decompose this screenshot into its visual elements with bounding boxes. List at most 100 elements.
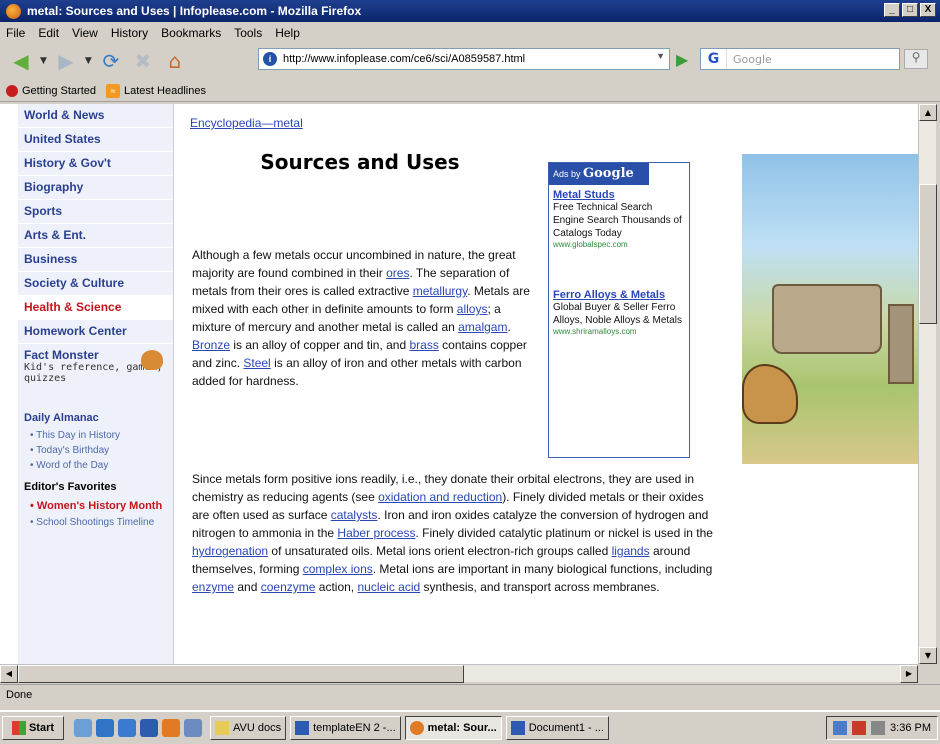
term-link[interactable]: enzyme	[192, 580, 234, 594]
url-dropdown-icon[interactable]: ▼	[656, 51, 665, 61]
hscroll-thumb[interactable]	[18, 665, 464, 683]
term-link[interactable]: hydrogenation	[192, 544, 268, 558]
menu-bookmarks[interactable]: Bookmarks	[161, 26, 221, 40]
almanac-link[interactable]: • Today's Birthday	[18, 443, 173, 458]
tower-shape	[888, 304, 914, 384]
fact-monster-promo[interactable]: Fact Monster Kid's reference, games, qui…	[18, 344, 173, 404]
task-firefox[interactable]: metal: Sour...	[404, 716, 502, 740]
task-template[interactable]: templateEN 2 -...	[290, 716, 401, 740]
term-link[interactable]: nucleic acid	[357, 580, 420, 594]
clock[interactable]: 3:36 PM	[890, 722, 931, 734]
scroll-thumb[interactable]	[919, 184, 937, 324]
sidebar-item-united-states[interactable]: United States	[18, 128, 173, 152]
sidebar-item-business[interactable]: Business	[18, 248, 173, 272]
menu-tools[interactable]: Tools	[234, 26, 262, 40]
bookmark-getting-started[interactable]: Getting Started	[22, 85, 96, 97]
outlook-icon[interactable]	[96, 719, 114, 737]
stop-icon[interactable]: ✖	[130, 48, 156, 74]
term-link[interactable]: complex ions	[303, 562, 373, 576]
firefox-quick-icon[interactable]	[162, 719, 180, 737]
page-viewport: World & News United States History & Gov…	[0, 104, 918, 664]
ad-url[interactable]: www.globalspec.com	[553, 240, 685, 249]
ad-item[interactable]: Metal Studs Free Technical Search Engine…	[549, 185, 689, 249]
page-title: Sources and Uses	[260, 150, 460, 174]
menu-view[interactable]: View	[72, 26, 98, 40]
horizontal-scrollbar[interactable]: ◀ ▶	[0, 664, 918, 683]
search-icon[interactable]: ⚲	[904, 49, 928, 69]
menu-file[interactable]: File	[6, 26, 25, 40]
site-info-icon[interactable]: i	[263, 52, 277, 66]
menu-history[interactable]: History	[111, 26, 148, 40]
term-link[interactable]: metallurgy	[413, 284, 467, 298]
sidebar-item-biography[interactable]: Biography	[18, 176, 173, 200]
search-bar[interactable]: G Google	[700, 48, 900, 70]
term-link[interactable]: brass	[409, 338, 438, 352]
menu-edit[interactable]: Edit	[38, 26, 59, 40]
ad-title[interactable]: Metal Studs	[553, 189, 685, 201]
sidebar-item-health-science[interactable]: Health & Science	[18, 296, 173, 320]
menu-help[interactable]: Help	[275, 26, 300, 40]
ad-url[interactable]: www.shriramalloys.com	[553, 327, 685, 336]
breadcrumb-encyclopedia[interactable]: Encyclopedia	[190, 116, 261, 130]
reload-icon[interactable]: ⟳	[98, 48, 124, 74]
start-button[interactable]: Start	[2, 716, 64, 740]
desktop-icon[interactable]	[74, 719, 92, 737]
term-link[interactable]: catalysts	[331, 508, 378, 522]
scroll-right-icon[interactable]: ▶	[900, 665, 918, 683]
search-input[interactable]: Google	[733, 53, 772, 66]
ad-item[interactable]: Ferro Alloys & Metals Global Buyer & Sel…	[549, 285, 689, 336]
google-icon[interactable]: G	[701, 49, 727, 69]
task-avu-docs[interactable]: AVU docs	[210, 716, 287, 740]
sidebar-item-world-news[interactable]: World & News	[18, 104, 173, 128]
sidebar-item-society-culture[interactable]: Society & Culture	[18, 272, 173, 296]
minimize-button[interactable]: _	[884, 3, 900, 17]
term-link[interactable]: Steel	[243, 356, 270, 370]
term-link[interactable]: alloys	[457, 302, 488, 316]
favorite-link[interactable]: • Women's History Month	[18, 497, 173, 515]
scroll-left-icon[interactable]: ◀	[0, 665, 18, 683]
task-document1[interactable]: Document1 - ...	[505, 716, 609, 740]
breadcrumb-metal[interactable]: metal	[273, 116, 302, 130]
back-history-icon[interactable]: ▼	[40, 56, 47, 66]
app-icon[interactable]	[184, 719, 202, 737]
almanac-title[interactable]: Daily Almanac	[18, 404, 173, 428]
folder-icon	[215, 721, 229, 735]
forward-icon[interactable]: ▶	[53, 48, 79, 74]
ad-title[interactable]: Ferro Alloys & Metals	[553, 289, 685, 301]
go-icon[interactable]: ▶	[676, 50, 688, 69]
term-link[interactable]: Haber process	[337, 526, 415, 540]
home-icon[interactable]: ⌂	[162, 48, 188, 74]
scroll-up-icon[interactable]: ▲	[919, 104, 937, 121]
word-icon[interactable]	[140, 719, 158, 737]
url-bar[interactable]: i http://www.infoplease.com/ce6/sci/A085…	[258, 48, 670, 70]
window-titlebar[interactable]: metal: Sources and Uses | Infoplease.com…	[0, 0, 940, 22]
forward-history-icon[interactable]: ▼	[85, 56, 92, 66]
favorite-link[interactable]: • School Shootings Timeline	[18, 515, 173, 530]
castle-illustration[interactable]	[742, 154, 918, 464]
term-link[interactable]: oxidation and reduction	[378, 490, 502, 504]
term-link[interactable]: Bronze	[192, 338, 230, 352]
term-link[interactable]: ligands	[612, 544, 650, 558]
term-link[interactable]: coenzyme	[261, 580, 316, 594]
sidebar-item-history-govt[interactable]: History & Gov't	[18, 152, 173, 176]
sidebar-item-sports[interactable]: Sports	[18, 200, 173, 224]
ads-by-google[interactable]: Ads by Google	[549, 163, 649, 185]
ie-icon[interactable]	[118, 719, 136, 737]
back-icon[interactable]: ◀	[8, 48, 34, 74]
network-icon[interactable]	[833, 721, 848, 735]
volume-icon[interactable]	[871, 721, 886, 735]
term-link[interactable]: amalgam	[458, 320, 507, 334]
ad-desc: Global Buyer & Seller Ferro Alloys, Nobl…	[553, 302, 682, 326]
antivirus-icon[interactable]	[852, 721, 867, 735]
bookmark-latest-headlines[interactable]: Latest Headlines	[124, 85, 206, 97]
maximize-button[interactable]: □	[902, 3, 918, 17]
scroll-down-icon[interactable]: ▼	[919, 647, 937, 664]
url-text[interactable]: http://www.infoplease.com/ce6/sci/A08595…	[283, 53, 525, 65]
sidebar-item-homework-center[interactable]: Homework Center	[18, 320, 173, 344]
almanac-link[interactable]: • Word of the Day	[18, 458, 173, 473]
almanac-link[interactable]: • This Day in History	[18, 428, 173, 443]
term-link[interactable]: ores	[386, 266, 409, 280]
sidebar-item-arts-ent[interactable]: Arts & Ent.	[18, 224, 173, 248]
close-button[interactable]: X	[920, 3, 936, 17]
vertical-scrollbar[interactable]: ▲ ▼	[918, 104, 937, 664]
